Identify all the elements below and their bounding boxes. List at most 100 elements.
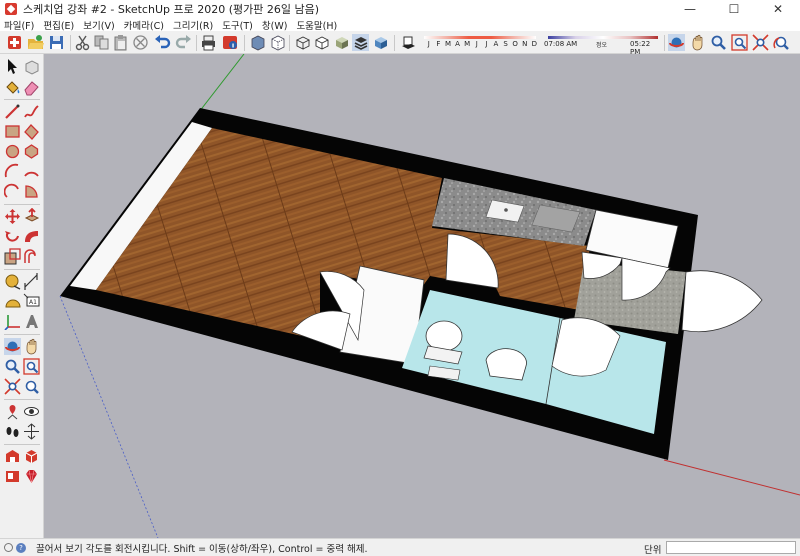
make-component-icon[interactable]	[23, 58, 40, 75]
scale-icon[interactable]	[4, 248, 21, 265]
redo-icon[interactable]	[175, 34, 192, 51]
time-slider[interactable]	[548, 36, 658, 39]
undo-icon[interactable]	[154, 34, 171, 51]
monochrome-icon[interactable]	[372, 34, 389, 51]
month-label: F	[436, 40, 441, 48]
menu-draw[interactable]: 그리기(R)	[173, 18, 213, 32]
date-slider[interactable]	[424, 36, 536, 39]
move-icon[interactable]	[4, 208, 21, 225]
warehouse-icon[interactable]	[4, 448, 21, 465]
offset-icon[interactable]	[23, 248, 40, 265]
three-point-arc-icon[interactable]	[4, 183, 21, 200]
rotated-rectangle-icon[interactable]	[23, 123, 40, 140]
follow-me-icon[interactable]	[23, 228, 40, 245]
minimize-button[interactable]: —	[668, 0, 712, 18]
dimension-icon[interactable]	[23, 273, 40, 290]
zoom-extents-icon[interactable]	[4, 378, 21, 395]
freehand-icon[interactable]	[23, 103, 40, 120]
paste-icon[interactable]	[112, 34, 129, 51]
zoom-icon[interactable]	[4, 358, 21, 375]
maximize-button[interactable]: ☐	[712, 0, 756, 18]
time-noon-label: 정오	[596, 42, 608, 49]
menu-window[interactable]: 창(W)	[262, 18, 288, 32]
zoom-window-icon[interactable]	[731, 34, 748, 51]
rectangle-icon[interactable]	[4, 123, 21, 140]
orbit-icon[interactable]	[4, 338, 21, 355]
month-label: A	[493, 40, 499, 48]
sketchup-logo-icon	[5, 3, 17, 15]
arc-icon[interactable]	[4, 163, 21, 180]
red-axis	[663, 459, 800, 496]
menu-bar: 파일(F) 편집(E) 보기(V) 카메라(C) 그리기(R) 도구(T) 창(…	[0, 18, 800, 32]
tape-measure-icon[interactable]	[4, 273, 21, 290]
cut-icon[interactable]	[74, 34, 91, 51]
status-hint: 끌어서 보기 각도를 회전시킵니다. Shift = 이동(상하/좌우), Co…	[36, 543, 368, 555]
rotate-icon[interactable]	[4, 228, 21, 245]
previous-view-icon[interactable]	[773, 34, 790, 51]
polygon-icon[interactable]	[23, 143, 40, 160]
help-icon[interactable]: ?	[16, 542, 26, 553]
erase-icon[interactable]	[132, 34, 149, 51]
copy-icon[interactable]	[93, 34, 110, 51]
paint-bucket-icon[interactable]	[4, 79, 21, 96]
section-plane-icon[interactable]	[23, 423, 40, 440]
open-icon[interactable]	[27, 34, 44, 51]
print-icon[interactable]	[200, 34, 217, 51]
push-pull-icon[interactable]	[23, 208, 40, 225]
circle-icon[interactable]	[4, 143, 21, 160]
wash-basin	[485, 348, 527, 381]
walk-icon[interactable]	[4, 423, 21, 440]
line-icon[interactable]	[4, 103, 21, 120]
pan-icon[interactable]	[689, 34, 706, 51]
two-point-arc-icon[interactable]	[23, 163, 40, 180]
month-label: M	[464, 40, 471, 48]
pie-icon[interactable]	[23, 183, 40, 200]
text-icon[interactable]: A1	[23, 293, 40, 310]
wireframe-icon[interactable]	[294, 34, 311, 51]
model-info-icon[interactable]	[222, 34, 239, 51]
month-label: D	[531, 40, 538, 48]
send-to-layout-icon[interactable]	[4, 468, 21, 485]
protractor-icon[interactable]	[4, 293, 21, 310]
ruby-icon[interactable]	[23, 468, 40, 485]
back-edges-icon[interactable]	[269, 34, 286, 51]
new-model-icon[interactable]	[6, 34, 23, 51]
3d-text-icon[interactable]	[23, 313, 40, 330]
zoom-extents-icon[interactable]	[752, 34, 769, 51]
shadows-icon[interactable]	[399, 34, 416, 51]
menu-edit[interactable]: 편집(E)	[43, 18, 74, 32]
xray-icon[interactable]	[249, 34, 266, 51]
eraser-icon[interactable]	[23, 79, 40, 96]
close-button[interactable]: ✕	[756, 0, 800, 18]
blue-axis	[59, 295, 159, 538]
svg-text:A1: A1	[29, 299, 37, 306]
model-viewport[interactable]	[44, 54, 800, 538]
position-camera-icon[interactable]	[4, 403, 21, 420]
window-controls: — ☐ ✕	[668, 0, 800, 18]
menu-camera[interactable]: 카메라(C)	[124, 18, 164, 32]
previous-icon[interactable]	[23, 378, 40, 395]
status-icons: ?	[0, 542, 36, 553]
geo-location-icon[interactable]	[4, 543, 13, 552]
zoom-window-icon[interactable]	[23, 358, 40, 375]
select-icon[interactable]	[4, 58, 21, 75]
status-bar: ? 끌어서 보기 각도를 회전시킵니다. Shift = 이동(상하/좌우), …	[0, 538, 800, 556]
measurements-input[interactable]	[666, 541, 796, 554]
orbit-icon[interactable]	[668, 34, 685, 51]
zoom-icon[interactable]	[710, 34, 727, 51]
month-label: M	[444, 40, 451, 48]
look-around-icon[interactable]	[23, 403, 40, 420]
save-icon[interactable]	[48, 34, 65, 51]
hidden-line-icon[interactable]	[313, 34, 330, 51]
menu-view[interactable]: 보기(V)	[83, 18, 114, 32]
menu-file[interactable]: 파일(F)	[4, 18, 34, 32]
extension-warehouse-icon[interactable]	[23, 448, 40, 465]
shaded-icon[interactable]	[333, 34, 350, 51]
menu-tools[interactable]: 도구(T)	[222, 18, 253, 32]
shaded-textures-icon[interactable]	[352, 34, 369, 51]
axes-icon[interactable]	[4, 313, 21, 330]
pan-icon[interactable]	[23, 338, 40, 355]
menu-help[interactable]: 도움말(H)	[296, 18, 337, 32]
shadow-settings[interactable]: J F M A M J J A S O N D 07:08 AM 정오 05:2…	[420, 34, 660, 56]
month-label: J	[475, 40, 478, 48]
